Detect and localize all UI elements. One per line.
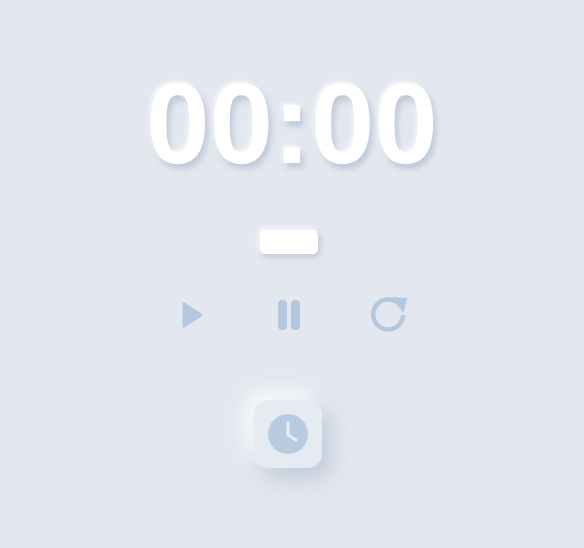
timer-display: 00:00 [146,61,438,188]
play-icon [182,302,203,328]
reset-icon [370,297,407,332]
clock-mode-button[interactable] [254,400,322,468]
pause-button[interactable] [263,290,313,340]
clock-icon [268,414,308,454]
pause-icon [278,300,300,330]
timer-app: 00:00 [0,0,584,548]
play-button[interactable] [166,290,216,340]
reset-button[interactable] [363,290,413,340]
mode-indicator[interactable] [260,230,318,254]
